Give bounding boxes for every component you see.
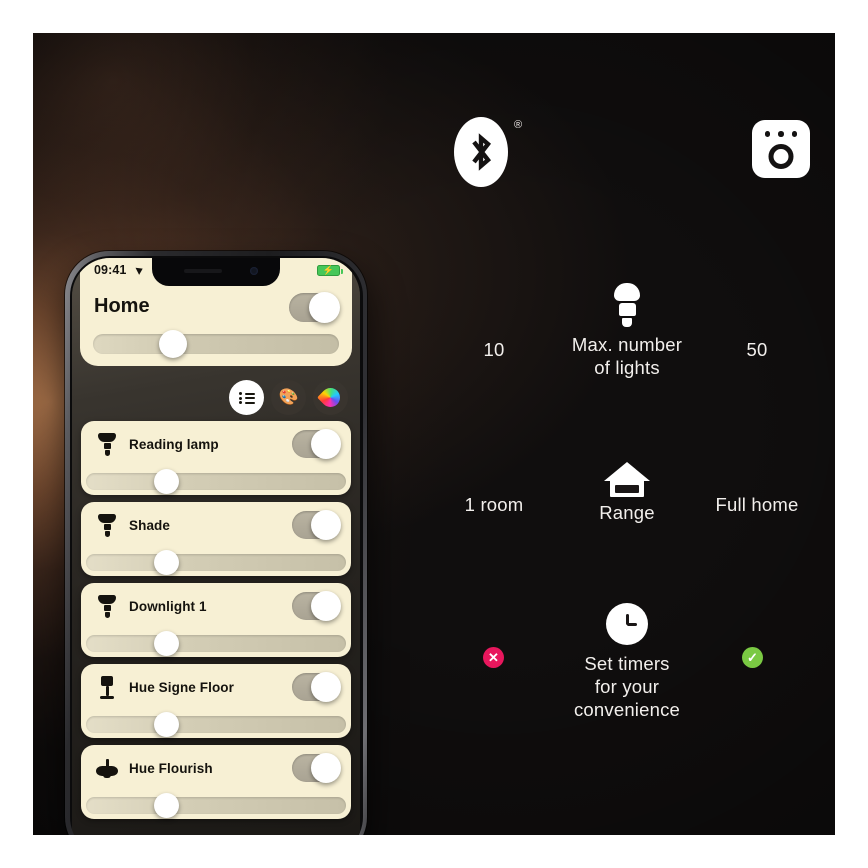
home-brightness-slider[interactable] xyxy=(93,330,339,358)
light-toggle[interactable] xyxy=(292,510,341,540)
floor-lamp-icon xyxy=(96,676,118,701)
slider-knob[interactable] xyxy=(153,712,179,737)
technology-icon-row: ® xyxy=(419,117,835,197)
status-bar-time: 09:41 xyxy=(94,263,127,277)
cross-icon: ✕ xyxy=(488,650,499,665)
tab-color-view[interactable] xyxy=(313,380,348,415)
light-brightness-slider[interactable] xyxy=(86,631,346,656)
home-master-toggle[interactable] xyxy=(289,292,340,323)
light-toggle[interactable] xyxy=(292,753,341,783)
max-lights-center: Max. number of lights xyxy=(517,283,737,379)
toggle-knob xyxy=(311,591,341,621)
light-row-header: Hue Signe Floor xyxy=(81,664,351,712)
slider-knob[interactable] xyxy=(153,469,179,494)
list-item[interactable]: Downlight 1 xyxy=(81,583,351,657)
comparison-panel: ® 10 50 Max. number of lights 1 room Ful… xyxy=(419,33,835,835)
light-brightness-slider[interactable] xyxy=(86,550,346,575)
max-lights-caption-line1: Max. number xyxy=(571,334,683,355)
check-icon: ✓ xyxy=(747,650,758,665)
light-name: Downlight 1 xyxy=(129,599,207,614)
bridge-button-ring xyxy=(768,144,794,169)
light-name: Shade xyxy=(129,518,171,533)
slider-knob[interactable] xyxy=(159,330,188,358)
light-row-header: Reading lamp xyxy=(81,421,351,469)
status-badge-error: ✕ xyxy=(483,647,504,668)
list-item[interactable]: Reading lamp xyxy=(81,421,351,495)
palette-icon: 🎨 xyxy=(278,388,299,406)
location-arrow-icon xyxy=(135,264,145,275)
bridge-status-dots xyxy=(752,131,810,137)
light-list[interactable]: Reading lamp Shade Downlight 1 Hue Signe… xyxy=(72,421,360,835)
registered-trademark-icon: ® xyxy=(514,119,523,131)
pendant-lamp-icon xyxy=(96,757,118,782)
tab-list-view[interactable] xyxy=(229,380,264,415)
spot-bulb-icon xyxy=(96,433,118,458)
phone-notch xyxy=(152,258,280,286)
light-toggle[interactable] xyxy=(292,591,341,621)
phone-frame: 09:41 ⚡ Home 🎨 Reading lamp Shade Downli… xyxy=(65,251,367,835)
range-caption: Range xyxy=(599,502,655,523)
list-item[interactable]: Hue Signe Floor xyxy=(81,664,351,738)
charging-bolt-icon: ⚡ xyxy=(322,265,335,275)
light-brightness-slider[interactable] xyxy=(86,712,346,737)
earpiece-speaker xyxy=(184,269,222,273)
screenshot-canvas: ® 10 50 Max. number of lights 1 room Ful… xyxy=(33,33,835,835)
slider-knob[interactable] xyxy=(153,550,179,575)
phone-mockup: 09:41 ⚡ Home 🎨 Reading lamp Shade Downli… xyxy=(57,251,377,835)
light-name: Reading lamp xyxy=(129,437,219,452)
range-center: Range xyxy=(517,462,737,524)
toggle-knob xyxy=(309,292,340,323)
bluetooth-icon xyxy=(454,117,508,187)
light-toggle[interactable] xyxy=(292,672,341,702)
light-name: Hue Flourish xyxy=(129,761,213,776)
spot-bulb-icon xyxy=(96,595,118,620)
light-bulb-icon xyxy=(614,283,640,327)
list-item[interactable]: Hue Flourish xyxy=(81,745,351,819)
light-name: Hue Signe Floor xyxy=(129,680,235,695)
toggle-knob xyxy=(311,672,341,702)
max-lights-caption-line2: of lights xyxy=(594,357,660,378)
list-item[interactable]: Shade xyxy=(81,502,351,576)
spot-bulb-icon xyxy=(96,514,118,539)
timers-caption-line2: for your xyxy=(594,676,660,697)
max-lights-caption: Max. number of lights xyxy=(517,333,737,379)
status-badge-ok: ✓ xyxy=(742,647,763,668)
toggle-knob xyxy=(311,429,341,459)
toggle-knob xyxy=(311,510,341,540)
light-brightness-slider[interactable] xyxy=(86,793,346,818)
clock-icon xyxy=(606,603,648,645)
page-title: Home xyxy=(94,295,150,317)
phone-bezel: 09:41 ⚡ Home 🎨 Reading lamp Shade Downli… xyxy=(69,255,363,835)
timers-caption: Set timers for your convenience xyxy=(517,652,737,721)
battery-charging-icon: ⚡ xyxy=(317,265,343,276)
tab-scenes-view[interactable]: 🎨 xyxy=(271,380,306,415)
toggle-knob xyxy=(311,753,341,783)
view-mode-switcher: 🎨 xyxy=(229,380,348,415)
list-icon xyxy=(238,392,255,404)
house-icon xyxy=(604,462,650,498)
light-row-header: Hue Flourish xyxy=(81,745,351,793)
timers-caption-line3: convenience xyxy=(573,699,681,720)
light-row-header: Shade xyxy=(81,502,351,550)
slider-knob[interactable] xyxy=(153,793,179,818)
slider-knob[interactable] xyxy=(153,631,179,656)
front-camera xyxy=(250,267,258,275)
light-brightness-slider[interactable] xyxy=(86,469,346,494)
light-row-header: Downlight 1 xyxy=(81,583,351,631)
color-drop-icon xyxy=(317,384,344,411)
light-toggle[interactable] xyxy=(292,429,341,459)
timers-center: Set timers for your convenience xyxy=(517,603,737,721)
hue-bridge-icon xyxy=(752,120,810,178)
timers-caption-line1: Set timers xyxy=(584,653,670,674)
phone-screen: 09:41 ⚡ Home 🎨 Reading lamp Shade Downli… xyxy=(72,258,360,835)
